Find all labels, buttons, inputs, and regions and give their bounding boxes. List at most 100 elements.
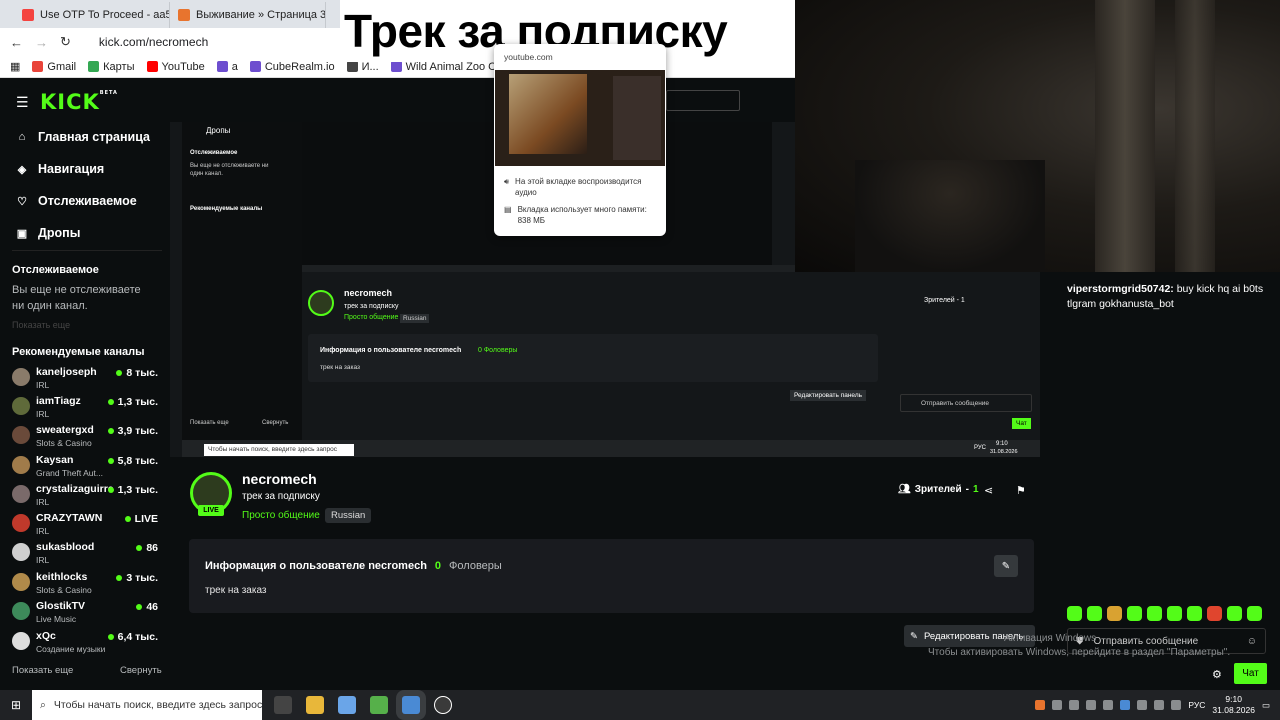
emote-icon[interactable] <box>1207 606 1222 621</box>
clock[interactable]: 9:10 31.08.2026 <box>1212 694 1255 716</box>
browser-tab[interactable]: Выживание » Страница 3 ✕ <box>170 2 326 28</box>
reload-icon[interactable]: ↻ <box>60 34 71 50</box>
chrome-icon[interactable] <box>402 696 420 714</box>
about-header: Информация о пользователе necromech <box>205 560 427 572</box>
streamer-name[interactable]: necromech <box>242 471 317 487</box>
show-more-link[interactable]: Показать еще <box>12 665 73 676</box>
tray-icon[interactable] <box>1035 700 1046 710</box>
viewers-icon: 👥︎ <box>898 484 911 495</box>
emote-icon[interactable] <box>1247 606 1262 621</box>
tray-icon[interactable] <box>1069 700 1080 710</box>
bookmark-item[interactable]: CubeRealm.io <box>249 61 335 73</box>
popup-audio-row: 🔊︎ На этой вкладке воспроизводится аудио <box>504 177 642 197</box>
back-icon[interactable]: ← <box>10 35 23 50</box>
channel-item[interactable]: CRAZYTAWN IRL LIVE <box>12 512 162 540</box>
channel-item[interactable]: xQc Создание музыки 6,4 тыс. <box>12 630 162 658</box>
tab-favicon-icon <box>22 9 34 21</box>
nav-item-browse[interactable]: ◈ Навигация <box>16 162 104 176</box>
chat-settings-icon[interactable]: ⚙ <box>1212 668 1222 681</box>
tray-icon[interactable] <box>1120 700 1131 710</box>
channel-item[interactable]: kaneljoseph IRL 8 тыс. <box>12 366 162 394</box>
viewer-count: 3,9 тыс. <box>107 425 158 437</box>
viewer-count: 3 тыс. <box>116 572 158 584</box>
search-input[interactable] <box>666 90 740 111</box>
live-badge: LIVE <box>198 505 224 516</box>
edit-about-button[interactable]: ✎ <box>994 555 1018 577</box>
following-show-more[interactable]: Показать еще <box>12 320 70 330</box>
emote-icon[interactable] <box>1107 606 1122 621</box>
webcam-overlay <box>795 0 1280 272</box>
nav-item-home[interactable]: ⌂ Главная страница <box>16 130 150 144</box>
emote-icon[interactable] <box>1087 606 1102 621</box>
heart-icon: ♡ <box>17 195 27 208</box>
notifications-icon[interactable]: ▭ <box>1262 700 1270 711</box>
emote-icon[interactable] <box>1127 606 1142 621</box>
chat-send-button[interactable]: Чат <box>1234 663 1267 684</box>
windows-start-icon[interactable]: ⊞ <box>0 698 32 712</box>
nav-item-following[interactable]: ♡ Отслеживаемое <box>16 194 137 208</box>
sidebar: ⌂ Главная страница ◈ Навигация ♡ Отслеживае… <box>0 122 170 690</box>
store-icon[interactable] <box>338 696 356 714</box>
bookmark-item[interactable]: Карты <box>88 61 135 73</box>
forward-icon[interactable]: → <box>35 35 48 50</box>
volume-icon[interactable] <box>1171 700 1182 710</box>
emote-icon[interactable] <box>1227 606 1242 621</box>
file-explorer-icon[interactable] <box>306 696 324 714</box>
channel-item[interactable]: GlostikTV Live Music 46 <box>12 600 162 628</box>
viewer-count: 86 <box>136 542 158 554</box>
emote-icon[interactable] <box>1067 606 1082 621</box>
gmail-icon <box>32 61 44 72</box>
collapse-link[interactable]: Свернуть <box>120 665 162 676</box>
emoji-icon[interactable]: ☺ <box>1247 636 1257 647</box>
inner-sidebar: Дропы Отслеживаемое Вы еще не отслеживае… <box>182 122 302 440</box>
windows-activation-watermark: Активация Windows Чтобы активировать Win… <box>928 633 1231 658</box>
emote-icon[interactable] <box>1147 606 1162 621</box>
obs-icon[interactable] <box>434 696 452 714</box>
live-dot-icon <box>116 370 123 376</box>
channel-item[interactable]: keithlocks Slots & Casino 3 тыс. <box>12 571 162 599</box>
tray-icon[interactable] <box>1086 700 1097 710</box>
gift-icon: ▣ <box>16 227 28 240</box>
viewer-count: 8 тыс. <box>116 367 158 379</box>
language-tag[interactable]: Russian <box>325 508 372 523</box>
inner-stream-info: necromech трек за подписку Просто общени… <box>302 272 1040 440</box>
tab-thumbnail <box>495 70 665 166</box>
channel-item[interactable]: sukasblood IRL 86 <box>12 541 162 569</box>
apps-grid-icon[interactable]: ▦ <box>10 60 20 73</box>
channel-item[interactable]: Kaysan Grand Theft Aut... 5,8 тыс. <box>12 454 162 482</box>
bookmark-item[interactable]: a <box>216 61 238 73</box>
browser-tab[interactable]: Use OTP To Proceed - aa55001 ✕ <box>14 2 170 28</box>
stream-category[interactable]: Просто общение <box>242 510 320 521</box>
task-view-icon[interactable] <box>274 696 292 714</box>
channel-item[interactable]: iamTiagz IRL 1,3 тыс. <box>12 395 162 423</box>
tray-icon[interactable] <box>1103 700 1114 710</box>
share-icon[interactable]: ⋖ <box>984 484 993 497</box>
url-field[interactable]: kick.com/necromech <box>99 35 208 49</box>
emote-icon[interactable] <box>1167 606 1182 621</box>
memory-icon: ▤ <box>504 205 512 214</box>
menu-icon[interactable]: ☰ <box>16 94 29 111</box>
channel-item[interactable]: crystalizaguirre IRL 1,3 тыс. <box>12 483 162 511</box>
tab-favicon-icon <box>178 9 190 21</box>
bookmark-item[interactable]: И... <box>346 61 379 73</box>
avatar <box>12 456 30 474</box>
network-icon[interactable] <box>1154 700 1165 710</box>
tray-icon[interactable] <box>1137 700 1148 710</box>
kick-logo[interactable]: KICKBETA <box>40 90 118 114</box>
bookmark-item[interactable]: Gmail <box>32 61 76 73</box>
nav-item-drops[interactable]: ▣ Дропы <box>16 226 81 240</box>
taskbar-search-input[interactable]: ⌕ Чтобы начать поиск, введите здесь запро… <box>32 690 262 720</box>
inner-info-panel: Информация о пользователе necromech 0 Фо… <box>308 334 878 382</box>
bookmark-item[interactable]: YouTube <box>146 61 205 73</box>
channel-item[interactable]: sweatergxd Slots & Casino 3,9 тыс. <box>12 424 162 452</box>
utorrent-icon[interactable] <box>370 696 388 714</box>
language-indicator[interactable]: РУС <box>1188 700 1205 710</box>
following-empty-text: Вы еще не отслеживаете ни один канал. <box>12 284 141 312</box>
emote-icon[interactable] <box>1187 606 1202 621</box>
mod-icon[interactable]: ⚑ <box>1016 484 1026 497</box>
pencil-icon: ✎ <box>910 630 918 642</box>
tray-icon[interactable] <box>1052 700 1063 710</box>
followers-count: 0 <box>434 560 442 572</box>
bookmark-item[interactable]: Wild Animal Zoo Cit... <box>390 61 511 73</box>
divider <box>12 250 162 251</box>
